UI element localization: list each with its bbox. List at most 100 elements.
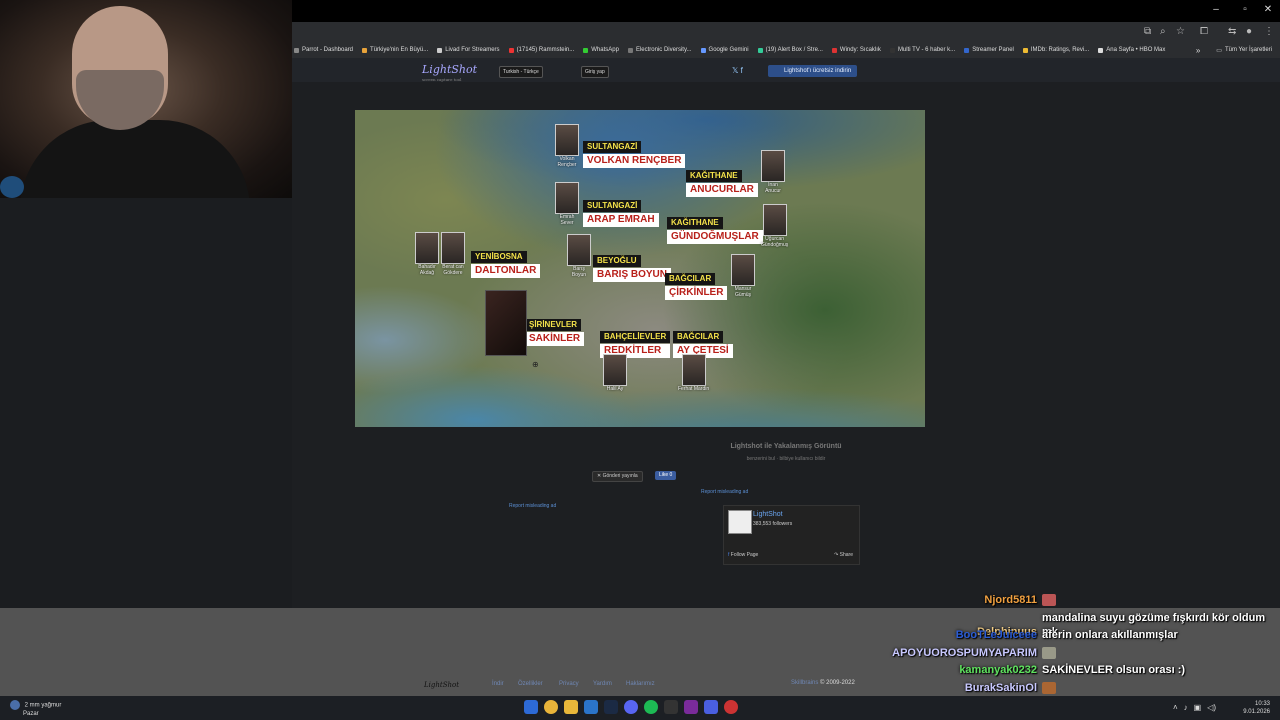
close-icon[interactable]: ✕ [1258, 4, 1278, 15]
lightshot-logo[interactable]: LightShot screen capture tool [422, 63, 477, 82]
profile-icon[interactable]: ● [1246, 26, 1252, 37]
bookmark-item[interactable]: Türkiye'nin En Büyü... [362, 47, 428, 53]
fb-follow-button[interactable]: f Follow Page [728, 552, 758, 558]
footer-link[interactable]: Özellikler [518, 681, 543, 687]
language-select[interactable]: Turkish - Türkçe [499, 66, 543, 78]
maximize-icon[interactable]: ▫ [1235, 4, 1255, 15]
bookmark-label: (17145) Rammstein... [516, 47, 575, 53]
login-button[interactable]: Giriş yap [581, 66, 609, 78]
bookmark-item[interactable]: Electronic Diversity... [627, 47, 692, 53]
image-subcaption: benzerini bul · bilbiye kullanıcı bildir [746, 456, 826, 462]
chat-text [1042, 593, 1272, 607]
weather-day: Pazar [23, 711, 39, 717]
weather-widget[interactable]: 2 mm yağmur Pazar [10, 700, 61, 718]
bookmark-favicon-icon [508, 47, 514, 53]
facebook-icon: f [728, 552, 730, 558]
bookmark-item[interactable]: (17145) Rammstein... [508, 47, 575, 53]
emote-icon [1042, 594, 1056, 607]
sidepanel-icon[interactable]: ⇆ [1228, 26, 1236, 37]
footer-link[interactable]: İndir [492, 681, 504, 687]
mouse-cursor-icon: ⊕ [532, 360, 539, 369]
bookmark-item[interactable]: Google Gemini [700, 47, 749, 53]
discord-icon[interactable] [624, 700, 638, 714]
fb-page-logo [728, 510, 752, 534]
chrome-icon[interactable] [544, 700, 558, 714]
lightshot-icon[interactable] [704, 700, 718, 714]
menu-icon[interactable]: ⋮ [1264, 26, 1274, 37]
portrait [681, 354, 706, 386]
extensions-icon[interactable]: ⧠ [1200, 26, 1208, 37]
gang-label: KAĞITHANE ANUCURLAR [686, 165, 758, 197]
system-tray: ˄ ♪ ▣ ◁) [1173, 703, 1216, 712]
more-bookmarks-icon[interactable]: » [1196, 46, 1200, 55]
facebook-page-widget: LightShot 383,553 followers f Follow Pag… [723, 505, 860, 565]
epic-icon[interactable] [664, 700, 678, 714]
steam-icon[interactable] [604, 700, 618, 714]
fb-page-name[interactable]: LightShot [753, 511, 783, 518]
person-name: Emrah Sever [559, 214, 575, 226]
bookmark-item[interactable]: Ana Sayfa • HBO Max [1098, 47, 1165, 53]
gang-district: ŞİRİNEVLER [525, 319, 582, 331]
spotify-icon[interactable] [644, 700, 658, 714]
person-name: Berat can Gökdere [442, 264, 464, 276]
tweet-button[interactable]: ✕ Gönderi yayınla [592, 471, 643, 482]
gang-district: SULTANGAZİ [583, 200, 642, 212]
report-link[interactable]: bilbiye kullanıcı bildir [779, 456, 825, 462]
next-icon[interactable] [684, 700, 698, 714]
network-icon[interactable]: ▣ [1194, 703, 1202, 712]
bookmark-item[interactable]: WhatsApp [583, 47, 619, 53]
bookmark-item[interactable]: Parrot - Dashboard [294, 47, 353, 53]
mic-icon[interactable]: ♪ [1184, 703, 1188, 712]
fb-follow-label: Follow Page [730, 552, 759, 558]
all-bookmarks[interactable]: Tüm Yer İşaretleri [1225, 47, 1272, 53]
bookmark-item[interactable]: (19) Alert Box / Stre... [757, 47, 823, 53]
bookmark-item[interactable]: Multi TV - 6 haber k... [889, 47, 956, 53]
explorer-icon[interactable] [564, 700, 578, 714]
clock-date: 9.01.2026 [1243, 709, 1270, 715]
footer-link[interactable]: Haklarımız [626, 681, 655, 687]
cast-icon[interactable]: ⧉ [1144, 26, 1151, 37]
social-icons[interactable]: 𝕏 f [732, 66, 743, 75]
gang-label: ŞİRİNEVLER SAKİNLER [525, 314, 585, 346]
person-photo: Bahadır Akdağ [415, 232, 439, 276]
obs-icon[interactable] [724, 700, 738, 714]
webcam-overlay [0, 0, 292, 198]
weather-text: 2 mm yağmur [24, 702, 62, 709]
zoom-icon[interactable]: ⌕ [1160, 26, 1166, 37]
minimize-icon[interactable]: – [1206, 4, 1226, 15]
portrait [603, 354, 627, 386]
app-icon[interactable] [584, 700, 598, 714]
star-icon[interactable]: ☆ [1176, 26, 1185, 37]
gang-district: BAĞCILAR [665, 273, 716, 285]
download-button[interactable]: Lightshot'ı ücretsiz indirin [768, 65, 858, 77]
bookmark-item[interactable]: Streamer Panel [964, 47, 1014, 53]
like-button[interactable]: Like 0 [655, 471, 677, 480]
volume-icon[interactable]: ◁) [1207, 703, 1216, 712]
bookmark-item[interactable]: IMDb: Ratings, Revi... [1022, 47, 1089, 53]
microphone [0, 176, 24, 198]
gang-district: KAĞITHANE [667, 217, 723, 229]
clock[interactable]: 10:33 9.01.2026 [1243, 700, 1270, 716]
person-name: Halil Ay [606, 386, 624, 392]
person-photo: Uğurcan Gündoğmuş [761, 204, 788, 248]
footer-link[interactable]: Privacy [559, 681, 579, 687]
footer-link[interactable]: Yardım [593, 681, 612, 687]
bookmark-item[interactable]: Livad For Streamers [437, 47, 500, 53]
report-ad-link-right[interactable]: Report misleading ad [701, 489, 748, 495]
fb-share-button[interactable]: ↷ Share [834, 552, 853, 558]
footer-logo[interactable]: LightShot [424, 681, 459, 689]
bookmark-label: Multi TV - 6 haber k... [897, 47, 956, 53]
gang-name: DALTONLAR [471, 264, 541, 278]
bookmark-label: Google Gemini [708, 47, 749, 53]
gang-label: BEYOĞLU BARIŞ BOYUN [593, 250, 672, 282]
bookmarks-bar: Parrot - Dashboard Türkiye'nin En Büyü...… [292, 42, 1280, 58]
report-ad-link-left[interactable]: Report misleading ad [509, 503, 556, 509]
tray-chevron-icon[interactable]: ˄ [1173, 703, 1178, 712]
chat-text-content: SAKİNEVLER olsun orası :) [1042, 664, 1186, 676]
copyright-brand[interactable]: Skillbrains [791, 680, 818, 686]
chat-username: APOYUOROSPUMYAPARIM [892, 646, 1037, 659]
start-icon[interactable] [524, 700, 538, 714]
bookmark-item[interactable]: Windy: Sıcaklık [831, 47, 881, 53]
bookmark-favicon-icon [1022, 47, 1028, 53]
find-similar-link[interactable]: benzerini bul [747, 456, 775, 462]
